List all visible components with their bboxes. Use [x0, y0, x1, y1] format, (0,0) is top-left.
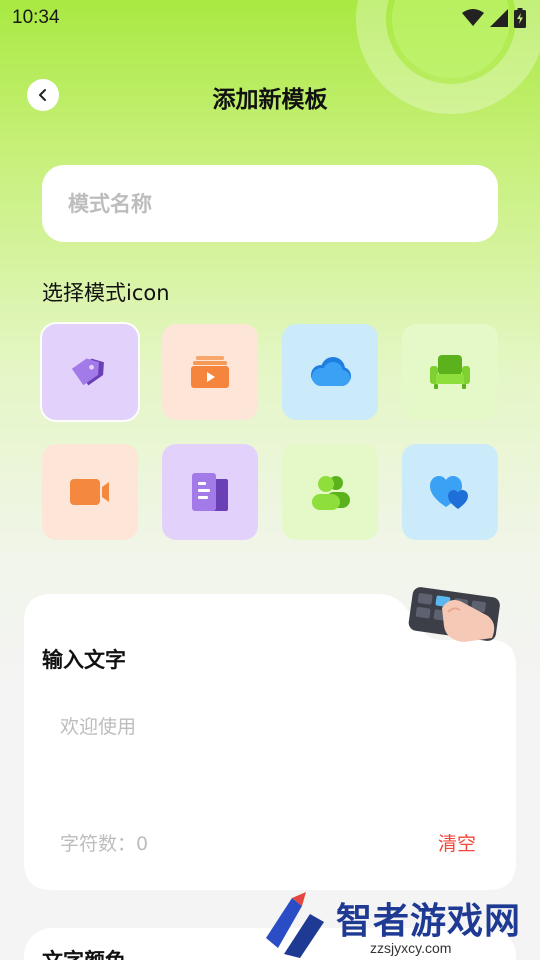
- cloud-icon: [311, 357, 351, 386]
- keyboard-hand-illustration: [408, 587, 500, 642]
- icon-option-document[interactable]: [162, 444, 258, 540]
- status-time: 10:34: [12, 7, 60, 28]
- signal-icon: [490, 9, 508, 27]
- clear-text-button[interactable]: 清空: [438, 829, 476, 856]
- sofa-icon: [430, 355, 470, 389]
- page-title: 添加新模板: [212, 87, 328, 113]
- icon-option-sofa[interactable]: [402, 324, 498, 420]
- watermark-text: 智者游戏网: [336, 901, 522, 942]
- text-color-card-title: 文字颜色: [42, 945, 126, 960]
- wifi-icon: [462, 9, 484, 26]
- text-content-input[interactable]: [60, 712, 480, 802]
- icon-option-users[interactable]: [282, 444, 378, 540]
- watermark-url: zzsjyxcy.com: [370, 940, 452, 956]
- text-input-card-title: 输入文字: [42, 648, 126, 672]
- icon-section-label: 选择模式icon: [42, 281, 170, 305]
- char-count: 字符数：0: [60, 833, 149, 855]
- battery-icon: [514, 8, 526, 28]
- template-name-input[interactable]: [42, 165, 498, 242]
- hearts-icon: [430, 476, 468, 509]
- watermark-logo: [266, 892, 324, 958]
- status-icons: [462, 8, 526, 28]
- icon-option-cloud[interactable]: [282, 324, 378, 420]
- watermark: 智者游戏网 zzsjyxcy.com: [262, 892, 540, 960]
- icon-option-hearts[interactable]: [402, 444, 498, 540]
- icon-option-media-folder[interactable]: [162, 324, 258, 420]
- media-folder-icon: [191, 356, 229, 388]
- video-camera-icon: [70, 479, 109, 505]
- users-icon: [312, 476, 350, 510]
- icon-option-video-camera[interactable]: [42, 444, 138, 540]
- document-icon: [192, 473, 228, 511]
- icon-option-tag[interactable]: [42, 324, 138, 420]
- tag-icon: [71, 358, 104, 386]
- status-bar: 10:34: [0, 0, 540, 36]
